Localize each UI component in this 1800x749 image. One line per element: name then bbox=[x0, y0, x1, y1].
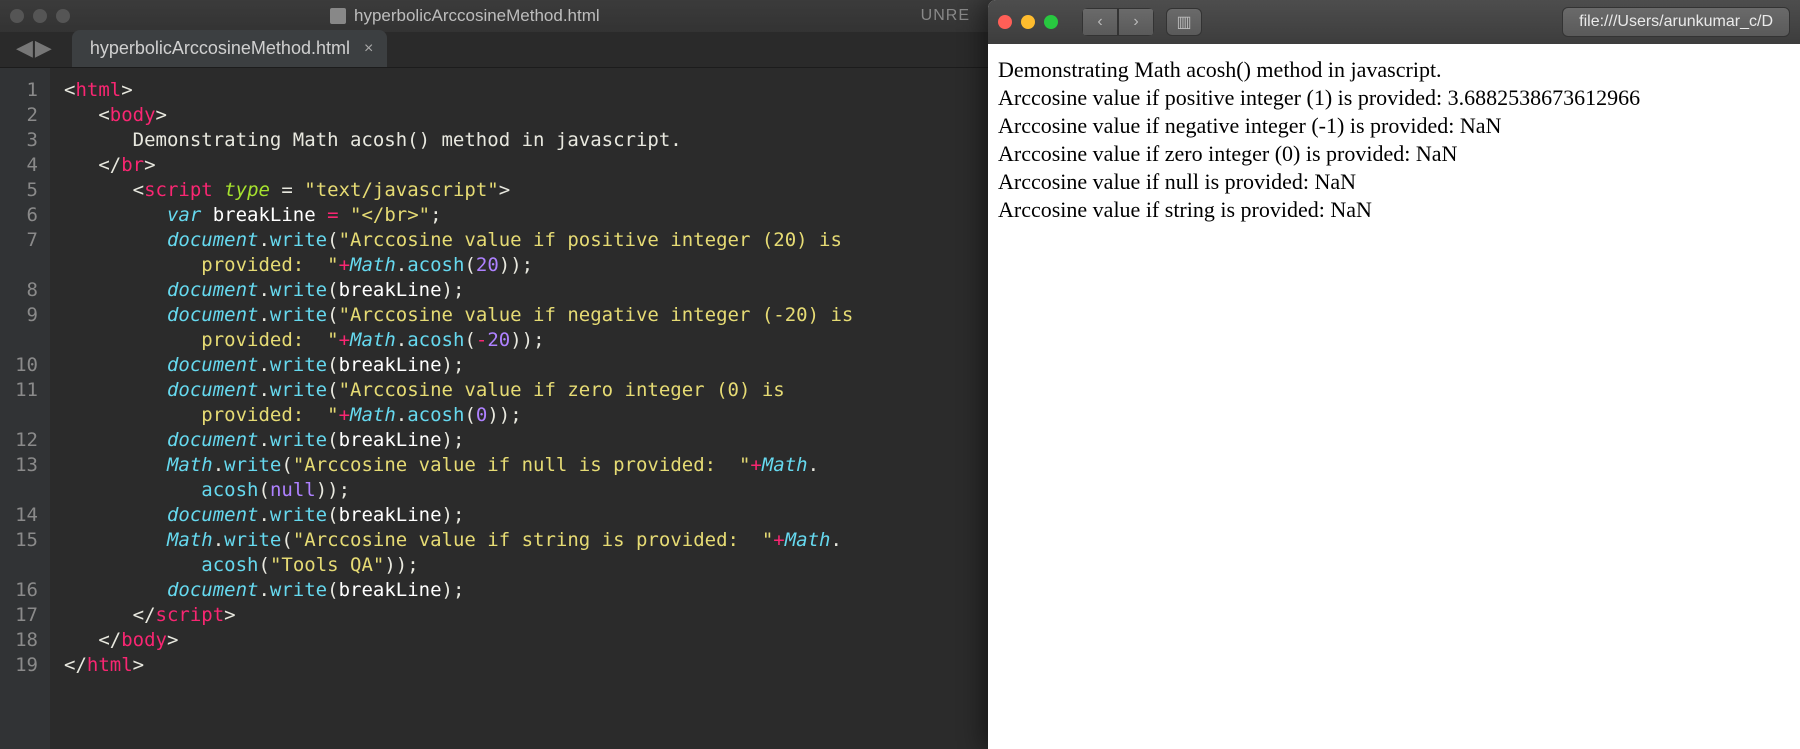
browser-toolbar: ‹ › ▥ file:///Users/arunkumar_c/D bbox=[988, 0, 1800, 44]
output-line: Demonstrating Math acosh() method in jav… bbox=[998, 56, 1790, 84]
code-line[interactable]: Demonstrating Math acosh() method in jav… bbox=[64, 128, 865, 153]
code-line[interactable]: document.write(breakLine); bbox=[64, 278, 865, 303]
browser-url-bar[interactable]: file:///Users/arunkumar_c/D bbox=[1562, 7, 1790, 37]
line-number: 5 bbox=[12, 178, 38, 203]
code-line[interactable]: document.write(breakLine); bbox=[64, 503, 865, 528]
close-icon[interactable] bbox=[998, 15, 1012, 29]
code-line[interactable]: </br> bbox=[64, 153, 865, 178]
maximize-icon[interactable] bbox=[1044, 15, 1058, 29]
code-line[interactable]: provided: "+Math.acosh(-20)); bbox=[64, 328, 865, 353]
browser-window: ‹ › ▥ file:///Users/arunkumar_c/D Demons… bbox=[988, 0, 1800, 749]
output-line: Arccosine value if zero integer (0) is p… bbox=[998, 140, 1790, 168]
line-number: 19 bbox=[12, 653, 38, 678]
line-number bbox=[12, 478, 38, 503]
code-line[interactable]: </html> bbox=[64, 653, 865, 678]
code-line[interactable]: document.write(breakLine); bbox=[64, 578, 865, 603]
code-content[interactable]: <html> <body> Demonstrating Math acosh()… bbox=[50, 68, 865, 749]
browser-forward-button[interactable]: › bbox=[1118, 8, 1154, 36]
nav-back-icon[interactable]: ◀ bbox=[16, 35, 33, 61]
document-icon bbox=[330, 8, 346, 24]
editor-nav: ◀ ▶ bbox=[16, 35, 52, 61]
sidebar-icon: ▥ bbox=[1176, 12, 1191, 32]
line-number: 18 bbox=[12, 628, 38, 653]
file-tab-label: hyperbolicArccosineMethod.html bbox=[90, 38, 350, 59]
line-number: 1 bbox=[12, 78, 38, 103]
line-number: 13 bbox=[12, 453, 38, 478]
output-line: Arccosine value if null is provided: NaN bbox=[998, 168, 1790, 196]
browser-url-text: file:///Users/arunkumar_c/D bbox=[1579, 13, 1773, 30]
output-line: Arccosine value if string is provided: N… bbox=[998, 196, 1790, 224]
code-line[interactable]: provided: "+Math.acosh(20)); bbox=[64, 253, 865, 278]
code-line[interactable]: document.write("Arccosine value if negat… bbox=[64, 303, 865, 328]
line-number: 9 bbox=[12, 303, 38, 328]
code-line[interactable]: document.write(breakLine); bbox=[64, 353, 865, 378]
line-number: 10 bbox=[12, 353, 38, 378]
code-line[interactable]: var breakLine = "</br>"; bbox=[64, 203, 865, 228]
line-number: 15 bbox=[12, 528, 38, 553]
code-line[interactable]: document.write("Arccosine value if zero … bbox=[64, 378, 865, 403]
code-line[interactable]: <html> bbox=[64, 78, 865, 103]
line-number bbox=[12, 328, 38, 353]
file-tab[interactable]: hyperbolicArccosineMethod.html × bbox=[72, 30, 387, 67]
code-line[interactable]: acosh(null)); bbox=[64, 478, 865, 503]
code-line[interactable]: </script> bbox=[64, 603, 865, 628]
code-line[interactable]: document.write(breakLine); bbox=[64, 428, 865, 453]
code-line[interactable]: <script type = "text/javascript"> bbox=[64, 178, 865, 203]
editor-filename: hyperbolicArccosineMethod.html bbox=[354, 6, 600, 26]
browser-traffic-lights bbox=[998, 15, 1058, 29]
nav-forward-icon[interactable]: ▶ bbox=[35, 35, 52, 61]
browser-nav-buttons: ‹ › bbox=[1082, 8, 1154, 36]
code-line[interactable]: <body> bbox=[64, 103, 865, 128]
tab-close-icon[interactable]: × bbox=[364, 40, 373, 58]
code-line[interactable]: </body> bbox=[64, 628, 865, 653]
browser-back-button[interactable]: ‹ bbox=[1082, 8, 1118, 36]
line-number bbox=[12, 553, 38, 578]
code-line[interactable]: Math.write("Arccosine value if string is… bbox=[64, 528, 865, 553]
output-line: Arccosine value if negative integer (-1)… bbox=[998, 112, 1790, 140]
minimize-icon[interactable] bbox=[33, 9, 47, 23]
line-number: 8 bbox=[12, 278, 38, 303]
code-line[interactable]: Math.write("Arccosine value if null is p… bbox=[64, 453, 865, 478]
chevron-left-icon: ‹ bbox=[1097, 13, 1102, 31]
line-number: 11 bbox=[12, 378, 38, 403]
unsaved-indicator: UNRE bbox=[921, 7, 970, 25]
line-number: 4 bbox=[12, 153, 38, 178]
editor-title: hyperbolicArccosineMethod.html bbox=[330, 6, 600, 26]
line-number: 6 bbox=[12, 203, 38, 228]
browser-content: Demonstrating Math acosh() method in jav… bbox=[988, 44, 1800, 749]
line-number: 7 bbox=[12, 228, 38, 253]
line-number bbox=[12, 403, 38, 428]
code-line[interactable]: acosh("Tools QA")); bbox=[64, 553, 865, 578]
browser-sidebar-button[interactable]: ▥ bbox=[1166, 8, 1202, 36]
maximize-icon[interactable] bbox=[56, 9, 70, 23]
line-number: 2 bbox=[12, 103, 38, 128]
line-number bbox=[12, 253, 38, 278]
close-icon[interactable] bbox=[10, 9, 24, 23]
chevron-right-icon: › bbox=[1133, 13, 1138, 31]
line-number: 12 bbox=[12, 428, 38, 453]
line-number: 3 bbox=[12, 128, 38, 153]
editor-traffic-lights bbox=[10, 9, 70, 23]
line-number: 17 bbox=[12, 603, 38, 628]
output-line: Arccosine value if positive integer (1) … bbox=[998, 84, 1790, 112]
line-number: 16 bbox=[12, 578, 38, 603]
code-line[interactable]: provided: "+Math.acosh(0)); bbox=[64, 403, 865, 428]
minimize-icon[interactable] bbox=[1021, 15, 1035, 29]
code-line[interactable]: document.write("Arccosine value if posit… bbox=[64, 228, 865, 253]
line-number-gutter: 12345678910111213141516171819 bbox=[0, 68, 50, 749]
line-number: 14 bbox=[12, 503, 38, 528]
